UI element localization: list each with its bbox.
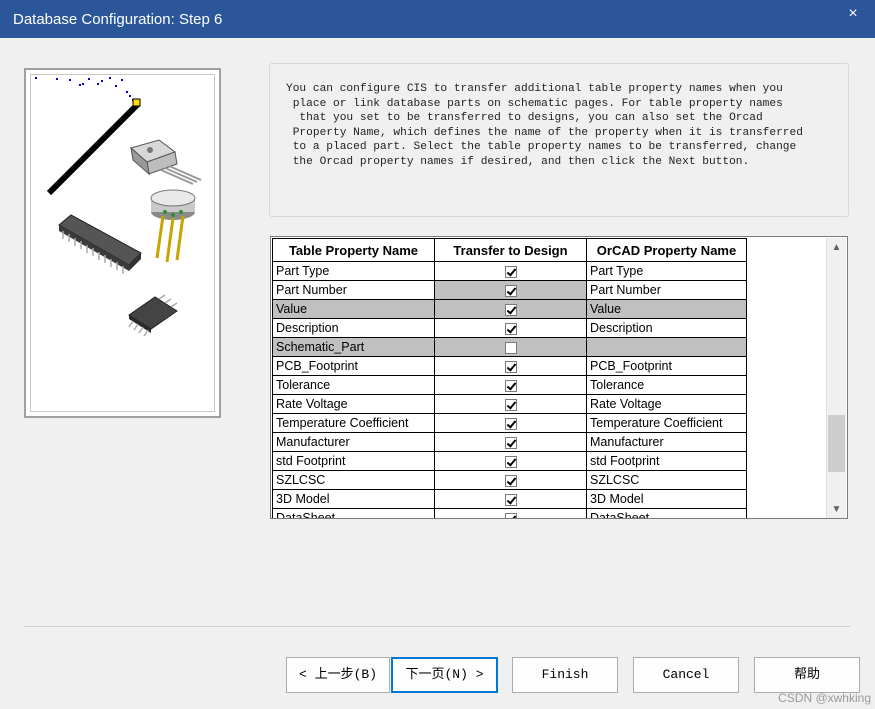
orcad-property-name-cell[interactable]: Part Number <box>586 280 747 300</box>
transfer-to-design-cell[interactable] <box>434 280 587 300</box>
orcad-property-name-cell[interactable]: std Footprint <box>586 451 747 471</box>
transfer-to-design-cell[interactable] <box>434 508 587 518</box>
property-table-header: Table Property Name Transfer to Design O… <box>272 238 747 262</box>
table-property-name-cell[interactable]: 3D Model <box>272 489 435 509</box>
scroll-up-icon[interactable]: ▲ <box>827 238 846 257</box>
scroll-track[interactable] <box>827 257 846 500</box>
orcad-property-name-cell[interactable]: Temperature Coefficient <box>586 413 747 433</box>
transfer-to-design-cell[interactable] <box>434 394 587 414</box>
table-row[interactable]: 3D Model 3D Model <box>272 489 747 509</box>
table-property-name-cell[interactable]: PCB_Footprint <box>272 356 435 376</box>
transfer-to-design-cell[interactable] <box>434 432 587 452</box>
col-header-transfer-to-design[interactable]: Transfer to Design <box>434 238 587 262</box>
table-property-name-cell[interactable]: SZLCSC <box>272 470 435 490</box>
table-row[interactable]: Tolerance Tolerance <box>272 375 747 395</box>
table-property-name-cell[interactable]: Manufacturer <box>272 432 435 452</box>
transfer-checkbox[interactable] <box>504 493 517 506</box>
col-header-table-property-name[interactable]: Table Property Name <box>272 238 435 262</box>
next-button[interactable]: 下一页(N) > <box>391 657 498 693</box>
transfer-checkbox[interactable] <box>504 360 517 373</box>
table-property-name-cell[interactable]: Part Number <box>272 280 435 300</box>
transfer-checkbox[interactable] <box>504 474 517 487</box>
table-property-name-cell[interactable]: Value <box>272 299 435 319</box>
table-row[interactable]: DataSheet DataSheet <box>272 508 747 518</box>
title-bar: Database Configuration: Step 6 × <box>0 0 875 38</box>
back-button[interactable]: < 上一步(B) <box>286 657 390 693</box>
table-row[interactable]: std Footprint std Footprint <box>272 451 747 471</box>
transfer-to-design-cell[interactable] <box>434 489 587 509</box>
table-row[interactable]: Part Type Part Type <box>272 261 747 281</box>
orcad-property-name-cell[interactable]: PCB_Footprint <box>586 356 747 376</box>
footer-divider <box>24 626 850 627</box>
close-icon[interactable]: × <box>845 5 861 23</box>
orcad-property-name-cell[interactable]: Description <box>586 318 747 338</box>
table-property-name-cell[interactable]: DataSheet <box>272 508 435 518</box>
instructions-panel: You can configure CIS to transfer additi… <box>269 63 849 217</box>
transfer-to-design-cell[interactable] <box>434 318 587 338</box>
table-row[interactable]: Temperature Coefficient Temperature Coeff… <box>272 413 747 433</box>
transfer-checkbox[interactable] <box>504 512 517 518</box>
table-property-name-cell[interactable]: Tolerance <box>272 375 435 395</box>
orcad-property-name-cell[interactable]: Part Type <box>586 261 747 281</box>
transfer-to-design-cell[interactable] <box>434 451 587 471</box>
transfer-checkbox[interactable] <box>504 455 517 468</box>
finish-button[interactable]: Finish <box>512 657 618 693</box>
transfer-checkbox[interactable] <box>504 379 517 392</box>
watermark-text: CSDN @xwhking <box>778 691 871 705</box>
table-row[interactable]: Description Description <box>272 318 747 338</box>
transfer-checkbox[interactable] <box>504 341 517 354</box>
transfer-to-design-cell[interactable] <box>434 375 587 395</box>
table-property-name-cell[interactable]: Description <box>272 318 435 338</box>
orcad-property-name-cell[interactable]: Value <box>586 299 747 319</box>
electronic-components-illustration <box>35 77 202 337</box>
table-row[interactable]: Manufacturer Manufacturer <box>272 432 747 452</box>
table-row[interactable]: PCB_Footprint PCB_Footprint <box>272 356 747 376</box>
window-title: Database Configuration: Step 6 <box>13 11 223 28</box>
orcad-property-name-cell[interactable]: Rate Voltage <box>586 394 747 414</box>
orcad-property-name-cell[interactable]: DataSheet <box>586 508 747 518</box>
table-property-name-cell[interactable]: Part Type <box>272 261 435 281</box>
orcad-property-name-cell[interactable]: Manufacturer <box>586 432 747 452</box>
table-row[interactable]: Part Number Part Number <box>272 280 747 300</box>
table-property-name-cell[interactable]: Rate Voltage <box>272 394 435 414</box>
transfer-checkbox[interactable] <box>504 436 517 449</box>
orcad-property-name-cell[interactable]: SZLCSC <box>586 470 747 490</box>
transfer-to-design-cell[interactable] <box>434 356 587 376</box>
transfer-to-design-cell[interactable] <box>434 261 587 281</box>
transfer-checkbox[interactable] <box>504 265 517 278</box>
transfer-checkbox[interactable] <box>504 398 517 411</box>
property-grid: Table Property Name Transfer to Design O… <box>270 236 848 519</box>
property-table: Table Property Name Transfer to Design O… <box>272 238 747 518</box>
table-property-name-cell[interactable]: std Footprint <box>272 451 435 471</box>
scroll-thumb[interactable] <box>828 415 845 472</box>
table-row[interactable]: SZLCSC SZLCSC <box>272 470 747 490</box>
instructions-text: You can configure CIS to transfer additi… <box>286 83 803 168</box>
transfer-to-design-cell[interactable] <box>434 470 587 490</box>
transfer-to-design-cell[interactable] <box>434 413 587 433</box>
table-row[interactable]: Rate Voltage Rate Voltage <box>272 394 747 414</box>
table-row[interactable]: Value Value <box>272 299 747 319</box>
table-property-name-cell[interactable]: Schematic_Part <box>272 337 435 357</box>
transfer-checkbox[interactable] <box>504 284 517 297</box>
transfer-checkbox[interactable] <box>504 303 517 316</box>
transfer-to-design-cell[interactable] <box>434 337 587 357</box>
grid-vertical-scrollbar[interactable]: ▲ ▼ <box>826 238 846 518</box>
scroll-down-icon[interactable]: ▼ <box>827 500 846 518</box>
orcad-property-name-cell[interactable]: Tolerance <box>586 375 747 395</box>
transfer-to-design-cell[interactable] <box>434 299 587 319</box>
property-table-body: Part Type Part Type Part Number Part Number… <box>272 261 747 518</box>
table-property-name-cell[interactable]: Temperature Coefficient <box>272 413 435 433</box>
orcad-property-name-cell[interactable]: 3D Model <box>586 489 747 509</box>
table-row[interactable]: Schematic_Part <box>272 337 747 357</box>
wizard-illustration-panel <box>24 68 221 418</box>
help-button[interactable]: 帮助 <box>754 657 860 693</box>
orcad-property-name-cell[interactable] <box>586 337 747 357</box>
col-header-orcad-property-name[interactable]: OrCAD Property Name <box>586 238 747 262</box>
transfer-checkbox[interactable] <box>504 417 517 430</box>
transfer-checkbox[interactable] <box>504 322 517 335</box>
cancel-button[interactable]: Cancel <box>633 657 739 693</box>
